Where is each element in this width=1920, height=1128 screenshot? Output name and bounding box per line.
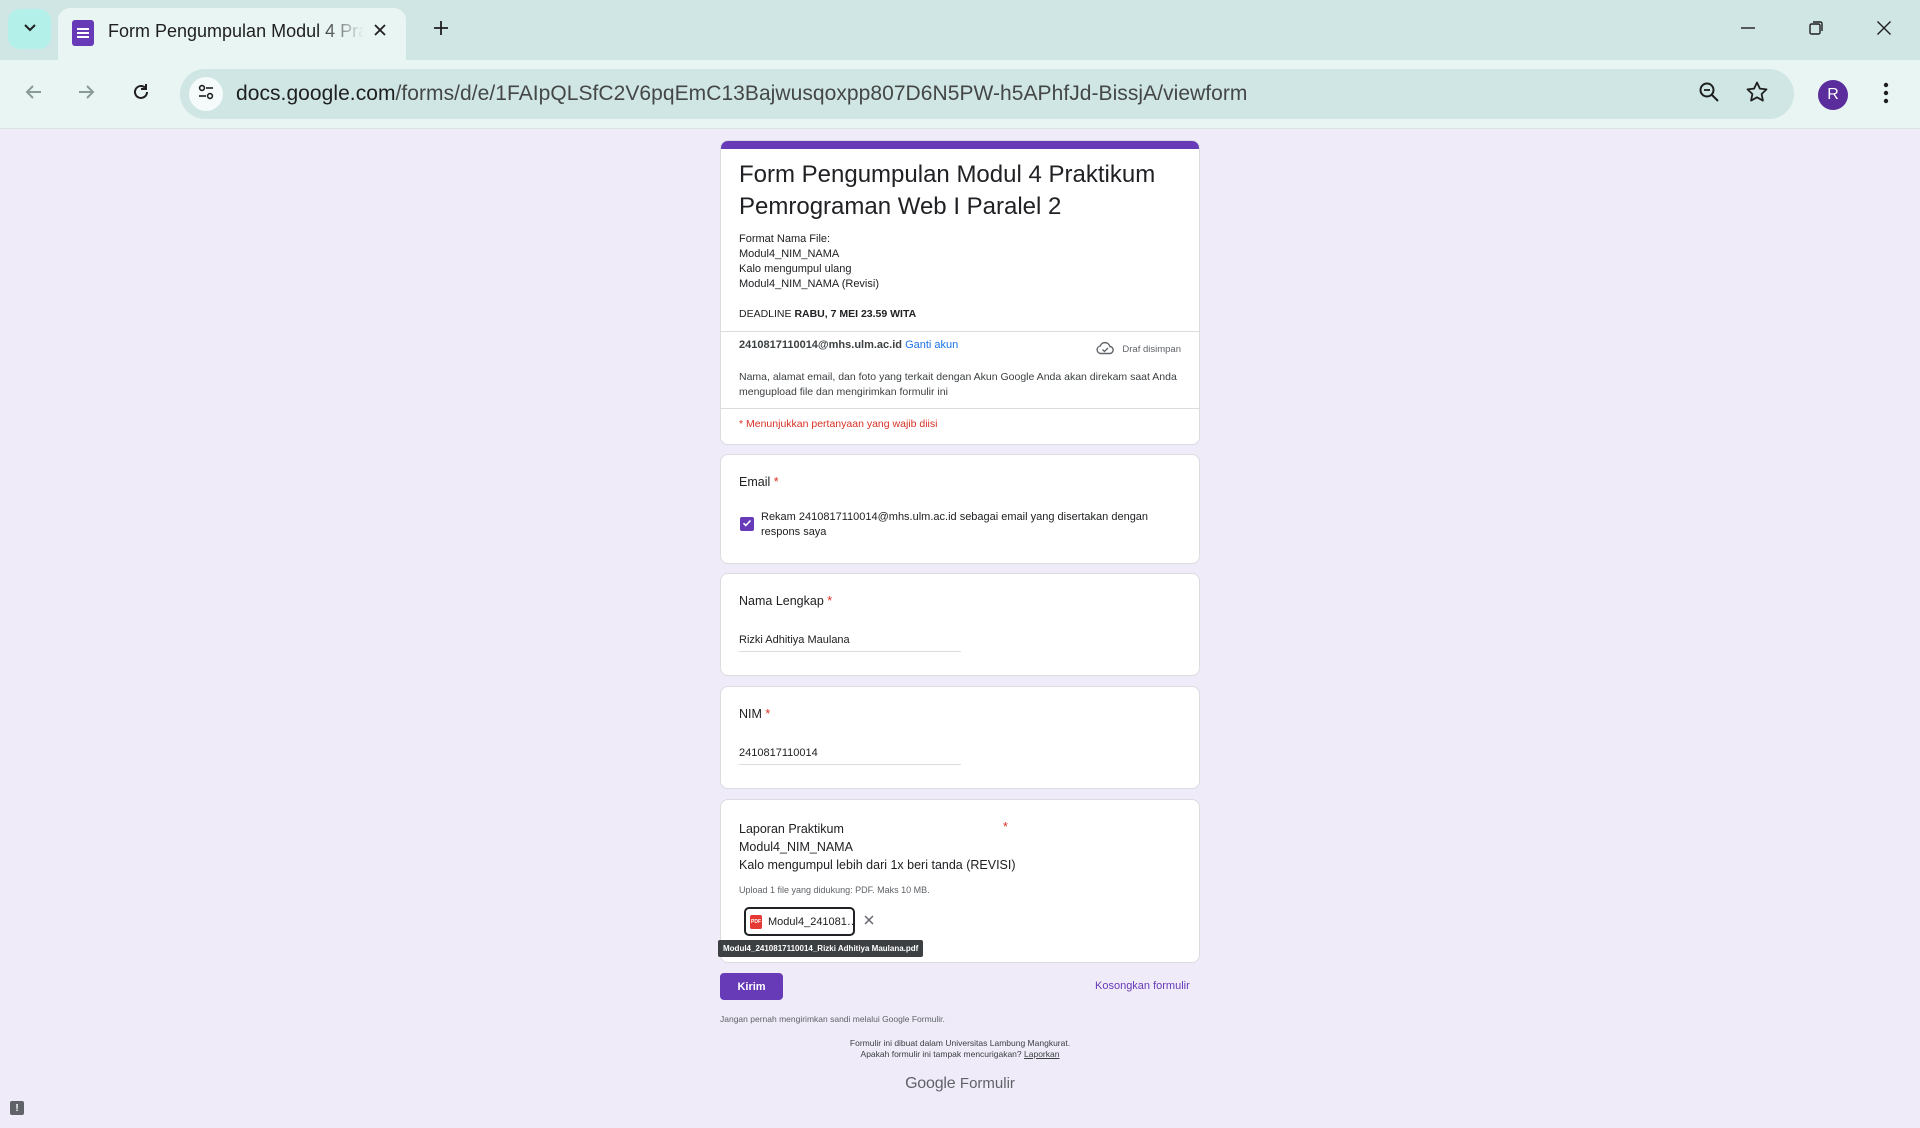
- divider: [721, 331, 1199, 332]
- arrow-right-icon: [76, 82, 96, 107]
- checkmark-icon: [742, 515, 752, 533]
- zoom-icon: [1698, 81, 1720, 108]
- remove-file-button[interactable]: [858, 910, 880, 932]
- required-note: * Menunjukkan pertanyaan yang wajib diis…: [739, 418, 938, 430]
- question-laporan-praktikum: Laporan Praktikum Modul4_NIM_NAMA Kalo m…: [720, 799, 1200, 963]
- question-title-line: Kalo mengumpul lebih dari 1x beri tanda …: [739, 858, 1016, 872]
- description-line: Format Nama File:: [739, 233, 831, 245]
- draft-status: Draf disimpan: [1096, 341, 1181, 358]
- description-line: Kalo mengumpul ulang: [739, 263, 852, 275]
- url-path: /forms/d/e/1FAIpQLSfC2V6pqEmC13Bajwusqox…: [395, 82, 1248, 105]
- browser-toolbar: docs.google.com/forms/d/e/1FAIpQLSfC2V6p…: [0, 60, 1920, 129]
- required-asterisk: *: [827, 594, 833, 608]
- switch-account-link[interactable]: Ganti akun: [905, 339, 958, 351]
- url-text[interactable]: docs.google.com/forms/d/e/1FAIpQLSfC2V6p…: [236, 82, 1247, 106]
- close-icon: [864, 912, 874, 930]
- minimize-button[interactable]: [1724, 10, 1772, 50]
- draft-status-text: Draf disimpan: [1122, 344, 1181, 355]
- form-header-card: Form Pengumpulan Modul 4 Praktikum Pemro…: [720, 140, 1200, 445]
- tune-icon: [197, 83, 215, 106]
- brand-google: Google: [905, 1075, 956, 1092]
- password-warning: Jangan pernah mengirimkan sandi melalui …: [720, 1014, 945, 1024]
- close-icon: [1876, 20, 1892, 41]
- tab-title: Form Pengumpulan Modul 4 Praktikum Pemro…: [108, 21, 364, 41]
- cloud-check-icon: [1096, 341, 1115, 358]
- question-title: NIM *: [739, 707, 770, 721]
- zoom-button[interactable]: [1695, 80, 1723, 108]
- required-asterisk: *: [1003, 820, 1008, 834]
- brand-forms: Formulir: [959, 1075, 1015, 1092]
- profile-avatar[interactable]: R: [1818, 80, 1848, 110]
- description-line: Modul4_NIM_NAMA (Revisi): [739, 278, 879, 290]
- nama-lengkap-input[interactable]: Rizki Adhitiya Maulana: [739, 634, 961, 652]
- form-description: Format Nama File: Modul4_NIM_NAMA Kalo m…: [739, 232, 879, 292]
- description-line: Modul4_NIM_NAMA: [739, 248, 840, 260]
- deadline-value: RABU, 7 MEI 23.59 WITA: [794, 308, 917, 320]
- new-tab-button[interactable]: [425, 14, 457, 46]
- uploaded-file-chip[interactable]: PDF Modul4_241081…: [744, 907, 855, 936]
- bookmark-button[interactable]: [1743, 80, 1771, 108]
- question-title: Nama Lengkap *: [739, 594, 832, 608]
- form-title: Form Pengumpulan Modul 4 Praktikum Pemro…: [739, 161, 1156, 220]
- account-email: 2410817110014@mhs.ulm.ac.id: [739, 339, 903, 351]
- reload-icon: [131, 82, 151, 107]
- account-notice: Nama, alamat email, dan foto yang terkai…: [739, 371, 1177, 398]
- record-email-label[interactable]: Rekam 2410817110014@mhs.ulm.ac.id sebaga…: [761, 510, 1171, 540]
- suspicious-text: Apakah formulir ini tampak mencurigakan?: [860, 1049, 1022, 1059]
- upload-help-text: Upload 1 file yang didukung: PDF. Maks 1…: [739, 885, 930, 895]
- browser-menu-button[interactable]: [1870, 76, 1902, 114]
- question-title-line: Laporan Praktikum: [739, 822, 844, 836]
- close-window-button[interactable]: [1860, 10, 1908, 50]
- clear-form-button[interactable]: Kosongkan formulir: [1095, 980, 1190, 992]
- submit-button[interactable]: Kirim: [720, 973, 783, 1000]
- nim-input[interactable]: 2410817110014: [739, 747, 961, 765]
- url-host: docs.google.com: [236, 82, 396, 105]
- back-button[interactable]: [14, 74, 54, 114]
- star-icon: [1745, 80, 1769, 109]
- forward-button[interactable]: [66, 74, 106, 114]
- tab-close-button[interactable]: [368, 20, 392, 44]
- suspicious-text-row: Apakah formulir ini tampak mencurigakan?…: [720, 1049, 1200, 1060]
- question-title-text: Email: [739, 475, 771, 489]
- minimize-icon: [1740, 20, 1756, 41]
- question-title: Email *: [739, 475, 779, 489]
- reload-button[interactable]: [121, 74, 161, 114]
- uploaded-file-name: Modul4_241081…: [768, 915, 853, 928]
- restore-button[interactable]: [1792, 10, 1840, 50]
- arrow-left-icon: [24, 82, 44, 107]
- question-title: Laporan Praktikum Modul4_NIM_NAMA Kalo m…: [739, 820, 1016, 874]
- tab-search-button[interactable]: [8, 9, 51, 49]
- browser-tab-active[interactable]: Form Pengumpulan Modul 4 Praktikum Pemro…: [58, 8, 406, 60]
- feedback-icon[interactable]: !: [10, 1101, 24, 1115]
- deadline-text: DEADLINE RABU, 7 MEI 23.59 WITA: [739, 308, 916, 320]
- divider: [721, 408, 1199, 409]
- required-asterisk: *: [765, 707, 771, 721]
- question-nim: NIM * 2410817110014: [720, 686, 1200, 789]
- google-forms-logo[interactable]: Google Formulir: [720, 1075, 1200, 1093]
- question-title-text: Nama Lengkap: [739, 594, 824, 608]
- question-title-line: Modul4_NIM_NAMA: [739, 840, 853, 854]
- site-info-button[interactable]: [189, 77, 223, 111]
- browser-tab-strip: Form Pengumpulan Modul 4 Praktikum Pemro…: [0, 0, 1920, 60]
- deadline-label: DEADLINE: [739, 308, 792, 320]
- form-accent-bar: [721, 141, 1199, 149]
- question-title-text: NIM: [739, 707, 762, 721]
- restore-icon: [1808, 20, 1824, 41]
- kebab-menu-icon: [1883, 82, 1889, 109]
- report-link[interactable]: Laporkan: [1024, 1049, 1059, 1059]
- close-icon: [373, 23, 387, 42]
- pdf-icon: PDF: [750, 914, 762, 929]
- created-in-text: Formulir ini dibuat dalam Universitas La…: [849, 1038, 1071, 1048]
- google-forms-icon: [72, 20, 94, 46]
- account-info: 2410817110014@mhs.ulm.ac.id Ganti akun: [739, 339, 958, 351]
- plus-icon: [432, 19, 450, 42]
- question-email: Email * Rekam 2410817110014@mhs.ulm.ac.i…: [720, 454, 1200, 564]
- address-bar[interactable]: docs.google.com/forms/d/e/1FAIpQLSfC2V6p…: [180, 69, 1794, 119]
- question-nama-lengkap: Nama Lengkap * Rizki Adhitiya Maulana: [720, 573, 1200, 676]
- form-footer: Formulir ini dibuat dalam Universitas La…: [720, 1038, 1200, 1060]
- file-name-tooltip: Modul4_2410817110014_Rizki Adhitiya Maul…: [718, 940, 924, 957]
- required-asterisk: *: [773, 475, 779, 489]
- chevron-down-icon: [22, 19, 38, 40]
- record-email-checkbox[interactable]: [740, 517, 754, 531]
